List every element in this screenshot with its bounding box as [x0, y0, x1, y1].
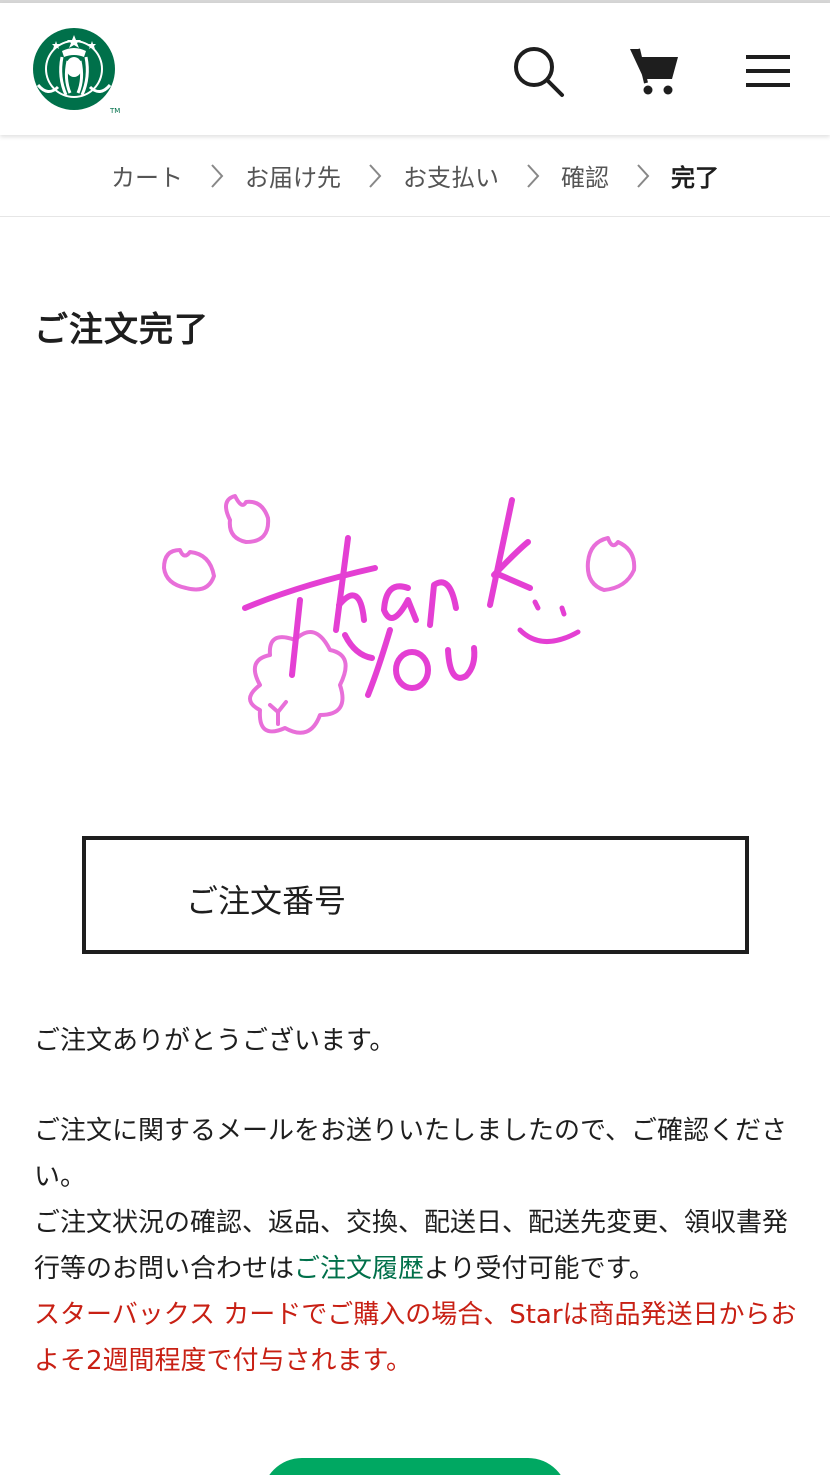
chevron-right-icon — [355, 163, 395, 189]
chevron-right-icon — [623, 163, 663, 189]
order-number-label: ご注文番号 — [186, 882, 347, 920]
breadcrumb-step-cart[interactable]: カート — [111, 158, 183, 193]
search-icon — [514, 47, 564, 97]
inquiry-text-after: より受付可能です。 — [424, 1254, 655, 1284]
breadcrumb-step-payment[interactable]: お支払い — [403, 158, 499, 193]
cart-icon — [630, 48, 678, 95]
order-info-message: ご注文に関するメールをお送りいたしましたので、ご確認ください。 ご注文状況の確認… — [34, 1108, 804, 1384]
search-button[interactable] — [508, 41, 568, 101]
breadcrumb-step-confirm[interactable]: 確認 — [561, 158, 609, 193]
breadcrumb-step-delivery[interactable]: お届け先 — [245, 158, 341, 193]
email-notice: ご注文に関するメールをお送りいたしましたので、ご確認ください。 — [34, 1116, 787, 1192]
thank-you-illustration — [150, 480, 650, 780]
order-number-box: ご注文番号 — [82, 836, 749, 954]
thanks-message: ご注文ありがとうございます。 — [34, 1026, 396, 1056]
site-header: TM — [0, 3, 830, 135]
chevron-right-icon — [197, 163, 237, 189]
starbucks-logo[interactable]: TM — [32, 27, 124, 115]
thank-you-handwriting-image — [162, 494, 637, 735]
inquiry-notice: ご注文状況の確認、返品、交換、配送日、配送先変更、領収書発行等のお問い合わせはご… — [34, 1200, 804, 1292]
starbucks-siren-logo-icon: TM — [33, 28, 120, 115]
page-title: ご注文完了 — [34, 310, 209, 350]
svg-text:TM: TM — [109, 107, 120, 115]
primary-action-button[interactable] — [262, 1458, 568, 1475]
checkout-breadcrumb: カート お届け先 お支払い 確認 完了 — [0, 135, 830, 217]
hamburger-menu-icon — [746, 55, 790, 87]
chevron-right-icon — [513, 163, 553, 189]
breadcrumb-step-complete: 完了 — [671, 164, 719, 192]
menu-button[interactable] — [738, 41, 798, 101]
star-reward-notice: スターバックス カードでご購入の場合、Starは商品発送日からおよそ2週間程度で… — [34, 1300, 797, 1376]
order-history-link[interactable]: ご注文履歴 — [294, 1254, 424, 1284]
cart-button[interactable] — [624, 41, 684, 101]
